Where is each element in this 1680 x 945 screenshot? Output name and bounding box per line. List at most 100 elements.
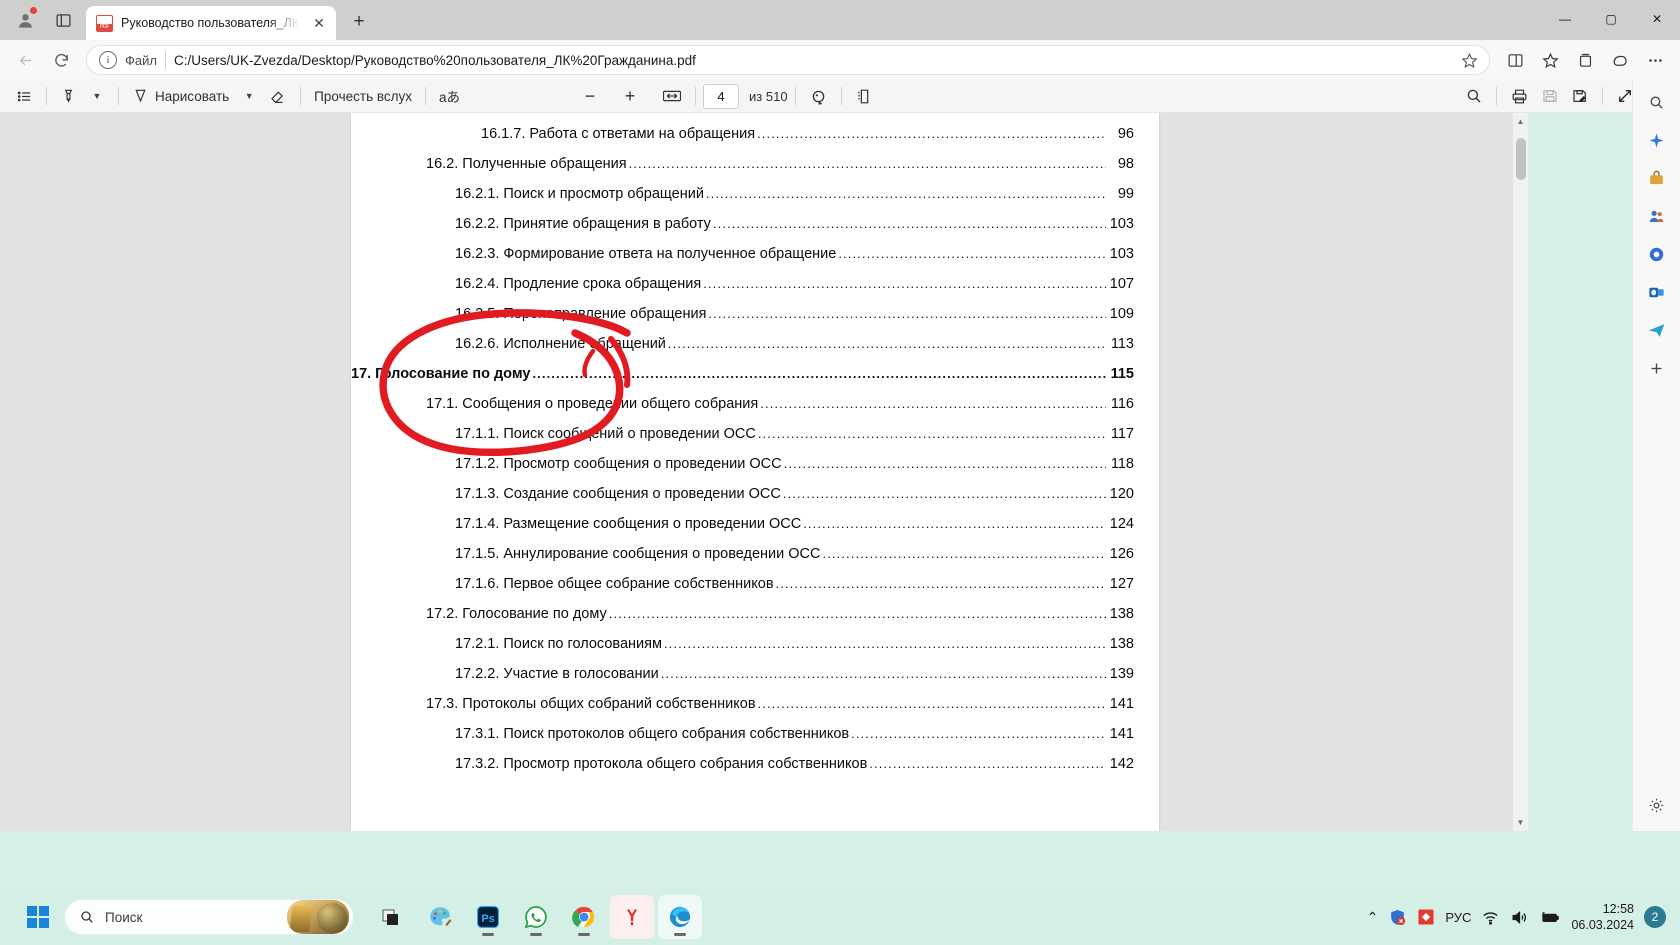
favorite-star-icon[interactable] (1455, 47, 1483, 73)
tab-search-button[interactable] (46, 4, 80, 36)
toc-entry[interactable]: 17.1. Сообщения о проведении общего собр… (351, 389, 1159, 419)
toc-button[interactable] (10, 83, 39, 109)
favorites-button[interactable] (1533, 44, 1567, 76)
toc-entry[interactable]: 17.2. Голосование по дому ..............… (351, 599, 1159, 629)
back-button[interactable] (8, 44, 42, 76)
toc-entry[interactable]: 16.2.5. Перенаправление обращения.......… (351, 299, 1159, 329)
page-layout-button[interactable] (849, 83, 880, 109)
navigation-bar: i Файл C:/Users/UK-Zvezda/Desktop/Руково… (0, 40, 1680, 80)
toc-entry[interactable]: 16.2. Полученные обращения..............… (351, 149, 1159, 179)
search-sidebar-icon[interactable] (1640, 86, 1674, 118)
save-button[interactable] (1535, 83, 1565, 109)
search-button[interactable] (1459, 83, 1489, 109)
zoom-out-button[interactable]: − (576, 83, 604, 109)
minimize-button[interactable]: — (1542, 0, 1588, 38)
paint-button[interactable] (418, 895, 462, 939)
taskbar-search[interactable]: Поиск (64, 899, 354, 935)
text-style-button[interactable]: aあ (433, 83, 466, 109)
eraser-icon (271, 91, 284, 104)
pdf-viewer[interactable]: 16.1.7. Работа с ответами на обращения..… (0, 113, 1528, 831)
close-tab-button[interactable]: ✕ (308, 12, 330, 34)
browser-tab-active[interactable]: Руководство пользователя_ЛК Г ✕ (86, 6, 336, 40)
tray-app-icon[interactable] (1417, 908, 1435, 926)
close-window-button[interactable]: ✕ (1634, 0, 1680, 38)
fit-width-button[interactable] (656, 83, 688, 109)
browser-menu-button[interactable] (1638, 44, 1672, 76)
sidebar-item-tools[interactable] (1640, 200, 1674, 232)
toc-entry[interactable]: 16.2.6. Исполнение обращений............… (351, 329, 1159, 359)
read-aloud-button[interactable]: Прочесть вслух (308, 83, 418, 109)
url-text[interactable]: C:/Users/UK-Zvezda/Desktop/Руководство%2… (174, 53, 1447, 68)
yandex-button[interactable]: Y (610, 895, 654, 939)
search-highlight-thumbnail[interactable] (287, 900, 349, 934)
scrollbar-track[interactable] (1513, 130, 1529, 814)
reload-button[interactable] (44, 44, 78, 76)
profile-avatar-button[interactable] (8, 4, 42, 36)
taskview-button[interactable] (370, 895, 414, 939)
zoom-in-button[interactable]: + (616, 83, 644, 109)
pdf-page[interactable]: 16.1.7. Работа с ответами на обращения..… (351, 113, 1159, 831)
battery-icon[interactable] (1539, 908, 1561, 927)
toc-entry[interactable]: 16.2.1. Поиск и просмотр обращений......… (351, 179, 1159, 209)
collections-button[interactable] (1568, 44, 1602, 76)
tray-expand-button[interactable]: ⌃ (1367, 909, 1379, 926)
sidebar-item-copilot[interactable] (1640, 124, 1674, 156)
toc-entry[interactable]: 16.1.7. Работа с ответами на обращения..… (351, 119, 1159, 149)
toc-entry[interactable]: 17.2.1. Поиск по голосованиям...........… (351, 629, 1159, 659)
maximize-button[interactable]: ▢ (1588, 0, 1634, 38)
toc-entry[interactable]: 17.1.3. Создание сообщения о проведении … (351, 479, 1159, 509)
toc-entry[interactable]: 17.3. Протоколы общих собраний собственн… (351, 689, 1159, 719)
vertical-scrollbar[interactable]: ▲ ▼ (1512, 113, 1528, 831)
toc-entry[interactable]: 17. Голосование по дому.................… (351, 359, 1159, 389)
toc-entry[interactable]: 17.1.5. Аннулирование сообщения о провед… (351, 539, 1159, 569)
draw-button[interactable]: Нарисовать (126, 83, 235, 109)
address-bar[interactable]: i Файл C:/Users/UK-Zvezda/Desktop/Руково… (86, 45, 1490, 75)
clock[interactable]: 12:58 06.03.2024 (1571, 901, 1634, 933)
scrollbar-thumb[interactable] (1515, 138, 1526, 180)
windows-defender-icon[interactable] (1388, 908, 1407, 927)
split-screen-button[interactable] (1498, 44, 1532, 76)
running-indicator (674, 933, 686, 936)
scroll-up-arrow[interactable]: ▲ (1513, 113, 1529, 130)
toc-entry[interactable]: 16.2.2. Принятие обращения в работу.....… (351, 209, 1159, 239)
whatsapp-button[interactable] (514, 895, 558, 939)
highlight-button[interactable] (54, 83, 83, 109)
shield-icon (1391, 909, 1406, 925)
sidebar-item-office[interactable] (1640, 314, 1674, 346)
toc-entry[interactable]: 17.3.2. Просмотр протокола общего собран… (351, 749, 1159, 779)
sidebar-add-button[interactable] (1640, 352, 1674, 384)
volume-icon[interactable] (1510, 908, 1529, 927)
wifi-icon[interactable] (1481, 908, 1500, 927)
sidebar-item-shopping[interactable] (1640, 162, 1674, 194)
save-as-button[interactable] (1565, 83, 1595, 109)
site-info-icon[interactable]: i (99, 51, 117, 69)
toc-leader-dots: ........................................… (703, 276, 1106, 291)
draw-options-button[interactable]: ▼ (235, 83, 263, 109)
page-number-input[interactable]: 4 (703, 83, 740, 109)
erase-button[interactable] (263, 83, 293, 109)
start-button[interactable] (18, 897, 58, 937)
toc-entry[interactable]: 16.2.3. Формирование ответа на полученно… (351, 239, 1159, 269)
copilot-button[interactable] (1603, 44, 1637, 76)
edge-button[interactable] (658, 895, 702, 939)
print-button[interactable] (1504, 83, 1535, 109)
new-tab-button[interactable]: + (344, 7, 374, 37)
toc-entry[interactable]: 17.2.2. Участие в голосовании...........… (351, 659, 1159, 689)
scroll-down-arrow[interactable]: ▼ (1513, 814, 1529, 831)
sidebar-item-outlook[interactable] (1640, 276, 1674, 308)
notification-badge[interactable]: 2 (1644, 906, 1666, 928)
language-indicator[interactable]: РУС (1445, 910, 1471, 925)
toc-entry[interactable]: 16.2.4. Продление срока обращения.......… (351, 269, 1159, 299)
chrome-button[interactable] (562, 895, 606, 939)
toc-entry[interactable]: 17.1.1. Поиск сообщений о проведении ОСС… (351, 419, 1159, 449)
highlight-options-button[interactable]: ▼ (83, 83, 111, 109)
toc-entry[interactable]: 17.1.6. Первое общее собрание собственни… (351, 569, 1159, 599)
sidebar-settings-button[interactable] (1640, 789, 1674, 821)
toc-entry[interactable]: 17.1.2. Просмотр сообщения о проведении … (351, 449, 1159, 479)
sidebar-item-games[interactable] (1640, 238, 1674, 270)
current-page-value: 4 (717, 88, 725, 104)
toc-entry[interactable]: 17.1.4. Размещение сообщения о проведени… (351, 509, 1159, 539)
toc-entry[interactable]: 17.3.1. Поиск протоколов общего собрания… (351, 719, 1159, 749)
rotate-button[interactable] (803, 83, 834, 109)
photoshop-button[interactable]: Ps (466, 895, 510, 939)
